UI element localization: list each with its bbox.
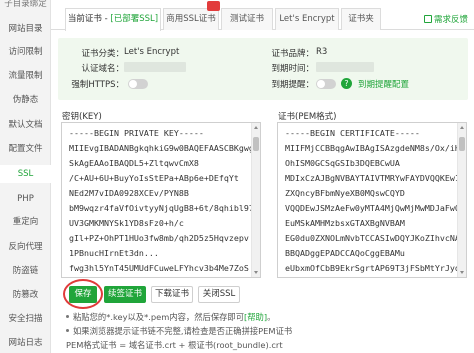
cert-title: 证书(PEM格式) — [278, 112, 337, 122]
tab-current-cert[interactable]: 当前证书 - [已部署SSL] — [65, 8, 161, 31]
sidebar-item-config-file[interactable]: 配置文件 — [0, 140, 51, 158]
help-icon[interactable]: ? — [341, 78, 352, 89]
key-line: SkAgEAAoIBAQDL5+ZltqwvCmX8 — [69, 158, 199, 168]
note-chain-text: 如果浏览器提示证书链不完整,请检查是否正确拼接PEM证书 — [73, 326, 293, 336]
note-paste-suffix: 。 — [267, 312, 276, 322]
reminder-label: 到期提醒： — [271, 80, 314, 90]
sidebar-item-ssl[interactable]: SSL — [0, 165, 51, 183]
domain-label: 认证域名： — [81, 64, 124, 74]
cert-line: MIIFMjCCBBqgAwIBAgISAzgdeNM8s/Ox/iHSkI4/ — [285, 143, 467, 153]
key-line: /C+AU+6U+BuyYoIsStEPa+ABp6e+DEfqYt — [69, 173, 239, 183]
tab-current-cert-status: [已部署SSL] — [110, 14, 159, 24]
cert-scrollbar[interactable] — [457, 123, 466, 277]
cert-line: -----BEGIN CERTIFICATE----- — [285, 128, 420, 138]
cert-info-panel: 证书分类： Let's Encrypt 认证域名： 强制HTTPS： 证书品牌：… — [58, 38, 468, 100]
key-title: 密钥(KEY) — [62, 112, 102, 122]
key-line: NEd2M7vIDA0928XCEv/PYN8B — [69, 188, 189, 198]
domain-value-redacted — [124, 62, 186, 72]
tab-cert-folder[interactable]: 证书夹 — [341, 8, 381, 30]
tab-commercial-ssl-label: 商用SSL证书 — [166, 14, 216, 24]
cert-line: OhISM0GCSqGSIb3DQEBCwUA — [285, 158, 400, 168]
tab-letsencrypt[interactable]: Let's Encrypt — [275, 8, 339, 30]
tab-current-cert-prefix: 当前证书 - — [67, 14, 111, 24]
cert-line: ZXQncyBFbmNyeXB0MQswCQYD — [285, 188, 405, 198]
note-pem-text: PEM格式证书 = 域名证书.crt + 根证书(root_bundle).cr… — [66, 340, 283, 350]
sidebar-item-default-doc[interactable]: 默认文档 — [0, 116, 51, 134]
expire-label: 到期时间： — [271, 64, 314, 74]
key-line: MIIEvgIBADANBgkqhkiG9w0BAQEFAASCBKgwgg — [69, 143, 259, 153]
feedback-link[interactable]: 需求反馈 — [424, 13, 468, 25]
force-https-toggle[interactable] — [128, 79, 148, 89]
scroll-down-icon[interactable] — [460, 271, 464, 274]
note-chain: 如果浏览器提示证书链不完整,请检查是否正确拼接PEM证书 — [66, 325, 292, 337]
hot-badge — [207, 1, 220, 11]
sidebar-item-php[interactable]: PHP — [0, 190, 51, 208]
cert-textarea[interactable]: -----BEGIN CERTIFICATE----- MIIFMjCCBBqg… — [277, 122, 467, 278]
key-line: bM9wqzr4faVfOivtyyNjqUgB8+6t/8qhibl97m — [69, 203, 259, 213]
key-textarea[interactable]: -----BEGIN PRIVATE KEY----- MIIEvgIBADAN… — [61, 122, 261, 278]
tab-commercial-ssl[interactable]: 商用SSL证书 — [163, 1, 220, 30]
sidebar-item-tamper-proof[interactable]: 防篡改 — [0, 286, 51, 304]
sidebar-item-security-scan[interactable]: 安全扫描 — [0, 310, 51, 328]
reminder-toggle[interactable] — [316, 79, 336, 89]
renew-cert-button[interactable]: 续签证书 — [104, 286, 146, 303]
scroll-up-icon[interactable] — [460, 126, 464, 129]
feedback-label: 需求反馈 — [434, 15, 469, 25]
brand-label: 证书品牌： — [271, 49, 314, 59]
key-line: UV3GMKMNYSk1YD8sFz0+h/c — [69, 218, 184, 228]
tab-test-cert[interactable]: 测试证书 — [221, 8, 273, 30]
help-link[interactable]: [帮助] — [244, 312, 267, 322]
sidebar-item-redirect[interactable]: 重定向 — [0, 213, 51, 231]
key-scroll-thumb[interactable] — [253, 137, 259, 151]
cert-line: EuMSkAMHMzbsxGTAXBgNVBAM — [285, 218, 405, 228]
force-https-label: 强制HTTPS： — [71, 80, 124, 90]
feedback-icon — [424, 15, 432, 23]
sidebar-item-access-limit[interactable]: 访问限制 — [0, 43, 51, 61]
reminder-config-link[interactable]: 到期提醒配置 — [358, 78, 409, 90]
note-pem-format: PEM格式证书 = 域名证书.crt + 根证书(root_bundle).cr… — [66, 339, 283, 351]
sidebar-item-rewrite[interactable]: 伪静态 — [0, 91, 51, 109]
category-label: 证书分类： — [81, 49, 124, 59]
sidebar-item-hotlink[interactable]: 防盗链 — [0, 262, 51, 280]
category-value: Let's Encrypt — [124, 47, 180, 57]
cert-line: MDIxCzAJBgNVBAYTAIVTMRYwFAYDVQQKEw1M — [285, 173, 465, 183]
expire-value-redacted — [316, 62, 374, 72]
note-paste: 粘贴您的*.key以及*.pem内容，然后保存即可[帮助]。 — [66, 311, 275, 323]
sidebar-item-traffic-limit[interactable]: 流量限制 — [0, 67, 51, 85]
cert-line: EG0du0ZXNOLmNvbTCCASIwDQYJKoZIhvcNAQE — [285, 233, 467, 243]
key-scrollbar[interactable] — [251, 123, 260, 277]
sidebar-item-subdir-bind[interactable]: 子目录绑定 — [0, 0, 51, 13]
key-line: 1PBnucHIrnEt3dn... — [69, 248, 159, 258]
sidebar-item-site-dir[interactable]: 网站目录 — [0, 20, 51, 38]
sidebar-item-site-log[interactable]: 网站日志 — [0, 334, 51, 352]
brand-value: R3 — [316, 47, 328, 57]
note-paste-text: 粘贴您的*.key以及*.pem内容，然后保存即可 — [73, 312, 245, 322]
cert-line: BBQADggEPADCCAQoCggEBAMu — [285, 248, 405, 258]
scroll-up-icon[interactable] — [254, 126, 258, 129]
bullet-icon — [66, 329, 69, 332]
tab-bar: 当前证书 - [已部署SSL] 商用SSL证书 测试证书 Let's Encry… — [51, 0, 474, 31]
key-line: fwg3hl5YnT45UMUdFCuweLFYhcv3b4Me7ZoS — [69, 263, 249, 273]
sidebar: 子目录绑定 网站目录 访问限制 流量限制 伪静态 默认文档 配置文件 SSL P… — [0, 0, 51, 353]
close-ssl-button[interactable]: 关闭SSL — [198, 286, 240, 303]
bullet-icon — [66, 315, 69, 318]
key-line: gIl+PZ+OhPT1HUo3fw8mb/qh2D5z5Hqvzepv — [69, 233, 249, 243]
download-cert-button[interactable]: 下载证书 — [151, 286, 193, 303]
cert-scroll-thumb[interactable] — [459, 137, 465, 151]
cert-line: eUbxmOfCbB9EkrSgrtAP69T3jFSbMtYrJyq+qB — [285, 263, 467, 273]
key-line: -----BEGIN PRIVATE KEY----- — [69, 128, 204, 138]
save-highlight-circle — [63, 279, 103, 309]
cert-line: VQQDEwJSMzAeFw0yMTA4MjQwMjMwMDJaFw0y — [285, 203, 465, 213]
sidebar-item-reverse-proxy[interactable]: 反向代理 — [0, 238, 51, 256]
scroll-down-icon[interactable] — [254, 271, 258, 274]
